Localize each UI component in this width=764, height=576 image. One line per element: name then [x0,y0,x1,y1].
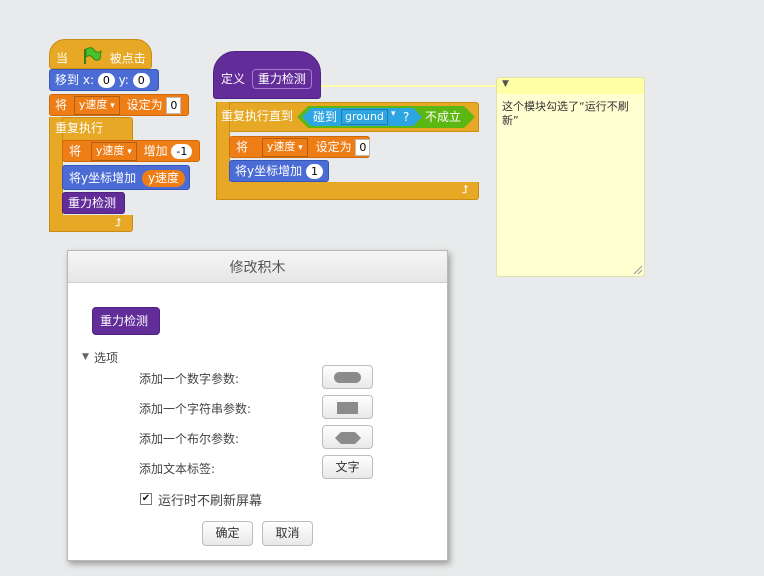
comment-header[interactable] [497,78,644,94]
define-hat-block[interactable]: 定义 重力检测 [213,51,321,99]
change-y-label: 将y坐标增加 [235,164,303,178]
change-y-block[interactable]: 将y坐标增加 1 [229,160,329,182]
define-label: 定义 [221,72,246,86]
hat-clicked-label: 被点击 [109,51,146,66]
set-value-input[interactable]: 0 [355,139,371,156]
comment-connector-line [321,85,497,87]
set-variable-block[interactable]: 将 y速度 设定为 0 [229,136,371,158]
goto-label: 移到 [55,73,80,87]
touching-q-label: ? [403,110,410,124]
run-without-refresh-checkbox[interactable]: ✔ [140,493,152,505]
change-y-block[interactable]: 将y坐标增加 y速度 [62,165,190,190]
ok-button[interactable]: 确定 [202,521,253,546]
dialog-title: 修改积木 [229,260,286,276]
cancel-button-label: 取消 [275,526,300,540]
add-bool-button[interactable] [322,425,373,449]
edit-block-dialog: 修改积木 重力检测 ▼ 选项 添加一个数字参数: 添加一个字符串参数: 添加一个… [67,250,448,561]
set-to-label: 设定为 [315,140,352,154]
options-label[interactable]: 选项 [94,349,118,366]
when-flag-clicked-block[interactable]: 当 被点击 [49,39,152,69]
ok-button-label: 确定 [215,526,240,540]
variable-dropdown[interactable]: y速度 [73,96,120,115]
variable-reporter[interactable]: y速度 [141,170,186,187]
add-string-label: 添加一个字符串参数: [139,402,252,416]
set-variable-block[interactable]: 将 y速度 设定为 0 [49,94,189,116]
custom-call-label: 重力检测 [68,196,117,210]
add-label-label: 添加文本标签: [139,462,216,476]
custom-block-call[interactable]: 重力检测 [62,192,125,214]
go-to-xy-block[interactable]: 移到 x: 0 y: 0 [49,69,159,91]
string-input-shape-icon [337,402,358,414]
touching-target-dropdown[interactable]: ground [341,109,388,125]
options-toggle-icon[interactable]: ▼ [82,352,89,362]
add-label-button[interactable]: 文字 [322,455,373,479]
set-value-input[interactable]: 0 [166,97,182,114]
green-flag-icon [82,47,102,71]
goto-y-input[interactable]: 0 [132,73,150,88]
change-y-label: 将y坐标增加 [69,171,137,185]
goto-x-input[interactable]: 0 [97,73,115,88]
goto-x-label: x: [82,73,94,87]
number-input-shape-icon [334,372,361,383]
set-to-label: 设定为 [126,98,163,112]
change-prefix-label: 将 [69,144,82,158]
loop-arrow-icon: ⮥ [462,183,469,196]
boolean-input-shape-icon [335,432,361,444]
touching-sensor[interactable]: 碰到 ground ▾ ? [302,108,422,126]
cancel-button[interactable]: 取消 [262,521,313,546]
touching-label: 碰到 [313,110,338,124]
repeat-until-label: 重复执行直到 [221,109,294,123]
change-by-label: 增加 [143,144,168,158]
not-label: 不成立 [425,110,462,124]
change-variable-block[interactable]: 将 y速度 增加 -1 [62,140,200,162]
add-number-button[interactable] [322,365,373,389]
chevron-down-icon: ▾ [391,109,396,119]
add-label-button-text: 文字 [335,460,360,474]
set-prefix-label: 将 [236,140,249,154]
run-without-refresh-label[interactable]: 运行时不刷新屏幕 [158,490,262,509]
collapse-arrow-icon[interactable]: ▼ [502,79,509,89]
add-string-button[interactable] [322,395,373,419]
block-preview[interactable]: 重力检测 [92,307,160,335]
add-number-label: 添加一个数字参数: [139,372,240,386]
loop-arrow-icon: ⮥ [115,216,122,229]
block-preview-label: 重力检测 [100,314,149,328]
hat-when-label: 当 [56,51,69,66]
variable-dropdown[interactable]: y速度 [90,142,137,161]
change-value-input[interactable]: -1 [171,144,193,159]
comment-note[interactable]: ▼ 这个模块勾选了“运行不刷新” [496,77,645,277]
define-prototype[interactable]: 重力检测 [251,69,312,89]
comment-text[interactable]: 这个模块勾选了“运行不刷新” [502,100,638,128]
add-bool-label: 添加一个布尔参数: [139,432,240,446]
resize-handle-icon[interactable] [633,264,643,278]
goto-y-label: y: [118,73,129,87]
forever-label: 重复执行 [55,121,104,135]
change-y-input[interactable]: 1 [305,164,323,179]
set-prefix-label: 将 [55,98,68,112]
variable-dropdown[interactable]: y速度 [261,138,308,157]
